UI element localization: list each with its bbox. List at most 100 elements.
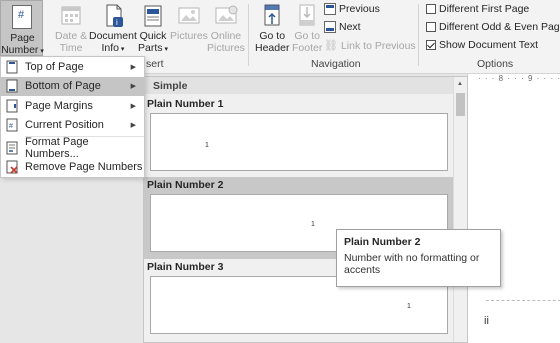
svg-text:#: # [9, 123, 13, 130]
quick-parts-button[interactable]: Quick Parts ▾ [138, 2, 168, 56]
date-time-label-2: Time [59, 42, 83, 54]
pictures-label: Pictures [170, 30, 208, 42]
page-number-label-1: Page [10, 32, 35, 44]
format-page-numbers-icon [5, 141, 19, 155]
submenu-arrow-icon: ▶ [130, 102, 136, 110]
page-bottom-icon [5, 79, 19, 93]
insert-group-label: sert [146, 58, 164, 70]
go-to-footer-label-2: Footer [292, 42, 323, 54]
footer-page-number[interactable]: ii [484, 315, 489, 327]
gallery-item-plain-number-1[interactable]: 1 [150, 113, 448, 171]
online-pictures-label-2: Pictures [207, 42, 245, 54]
go-to-footer-label-1: Go to [294, 30, 321, 42]
menu-item-label: Top of Page [25, 60, 84, 73]
menu-item-label: Current Position [25, 119, 104, 132]
page-number-button[interactable]: # Page Number ▾ [0, 0, 44, 56]
tooltip-description: Number with no formatting or accents [344, 252, 480, 276]
page-number-preview: 1 [205, 142, 209, 149]
pictures-button[interactable]: Pictures [170, 2, 208, 42]
menu-item-top-of-page[interactable]: Top of Page ▶ [1, 57, 144, 77]
group-separator [248, 4, 249, 66]
page-margins-icon [5, 99, 19, 113]
page-top-icon [5, 60, 19, 74]
chevron-down-icon: ▾ [38, 48, 44, 55]
document-info-button[interactable]: i Document Info ▾ [89, 2, 137, 56]
go-to-header-icon [258, 2, 286, 30]
menu-item-label: Remove Page Numbers [25, 161, 143, 174]
menu-item-page-margins[interactable]: Page Margins ▶ [1, 96, 144, 116]
page-number-preview: 1 [311, 221, 315, 228]
gallery-item-title: Plain Number 2 [144, 177, 454, 192]
gallery-section-header: Simple [144, 77, 454, 94]
tooltip-title: Plain Number 2 [344, 236, 421, 248]
bottom-of-page-gallery: Simple Plain Number 1 1 Plain Number 2 1… [143, 76, 468, 343]
menu-item-label: Format Page Numbers... [25, 135, 89, 160]
menu-item-label: Page Margins [25, 99, 93, 112]
date-time-button[interactable]: Date & Time [55, 2, 87, 54]
date-time-label-1: Date & [55, 30, 88, 42]
current-position-icon: # [5, 118, 19, 132]
online-picture-icon [212, 2, 240, 30]
show-document-text-checkbox[interactable]: Show Document Text [426, 39, 538, 51]
next-section-icon [324, 21, 336, 33]
picture-icon [175, 2, 203, 30]
go-to-header-button[interactable]: Go to Header [255, 2, 289, 54]
gallery-scrollbar[interactable]: ▲ [453, 77, 467, 342]
submenu-arrow-icon: ▶ [130, 122, 136, 130]
next-button[interactable]: Next [324, 21, 361, 33]
go-to-header-label-2: Header [255, 42, 290, 54]
go-to-footer-icon [293, 2, 321, 30]
previous-button[interactable]: Previous [324, 3, 380, 15]
menu-item-remove-page-numbers[interactable]: Remove Page Numbers [1, 158, 144, 178]
navigation-group-label: Navigation [311, 58, 361, 70]
checkbox-icon [426, 22, 436, 32]
link-icon: ⛓ [324, 40, 338, 52]
menu-item-bottom-of-page[interactable]: Bottom of Page ▶ [1, 76, 144, 96]
gallery-item-tooltip: Plain Number 2 Number with no formatting… [336, 229, 501, 287]
chevron-down-icon: ▾ [118, 46, 125, 53]
document-info-icon: i [99, 2, 127, 30]
menu-item-format-page-numbers[interactable]: Format Page Numbers... [1, 135, 144, 160]
quick-parts-label-1: Quick [139, 30, 167, 42]
checkbox-icon [426, 4, 436, 14]
show-document-text-label: Show Document Text [439, 39, 539, 51]
different-odd-even-label: Different Odd & Even Pages [439, 21, 560, 33]
gallery-item-title: Plain Number 1 [147, 98, 224, 110]
go-to-footer-button[interactable]: Go to Footer [292, 2, 322, 54]
scrollbar-thumb[interactable] [456, 93, 465, 116]
document-info-label-2: Info [101, 42, 119, 54]
document-page[interactable]: · · · 8 · · · 9 · · · · 10 ii [467, 74, 560, 343]
next-label: Next [339, 21, 361, 33]
page-number-menu: Top of Page ▶ Bottom of Page ▶ Page Marg… [0, 56, 145, 178]
menu-item-label: Bottom of Page [25, 80, 101, 93]
options-group-label: Options [477, 58, 514, 70]
previous-label: Previous [339, 3, 380, 15]
link-to-previous-button[interactable]: ⛓ Link to Previous [324, 39, 416, 53]
chevron-down-icon: ▾ [162, 46, 168, 53]
submenu-arrow-icon: ▶ [130, 63, 136, 71]
page-number-label-2: Number [1, 44, 39, 56]
page-number-icon: # [12, 5, 32, 29]
link-to-previous-label: Link to Previous [340, 39, 416, 52]
go-to-header-label-1: Go to [259, 30, 286, 42]
svg-text:i: i [116, 18, 118, 27]
quick-parts-icon [139, 2, 167, 30]
group-separator [418, 4, 419, 66]
different-first-page-label: Different First Page [439, 3, 530, 15]
online-pictures-label-1: Online [210, 30, 242, 42]
page-number-preview: 1 [407, 303, 411, 310]
document-info-label-1: Document [89, 30, 137, 42]
menu-item-current-position[interactable]: # Current Position ▶ [1, 116, 144, 136]
quick-parts-label-2: Parts [138, 42, 163, 54]
checkbox-checked-icon [426, 40, 436, 50]
different-first-page-checkbox[interactable]: Different First Page [426, 3, 529, 15]
submenu-arrow-icon: ▶ [130, 83, 136, 91]
different-odd-even-checkbox[interactable]: Different Odd & Even Pages [426, 21, 560, 33]
previous-section-icon [324, 3, 336, 15]
horizontal-ruler: · · · 8 · · · 9 · · · · 10 [478, 74, 560, 83]
online-pictures-button[interactable]: Online Pictures [207, 2, 245, 54]
remove-page-numbers-icon [5, 160, 19, 174]
scroll-up-arrow-icon[interactable]: ▲ [457, 81, 463, 87]
calendar-icon [57, 2, 85, 30]
footer-boundary-line [486, 300, 560, 301]
